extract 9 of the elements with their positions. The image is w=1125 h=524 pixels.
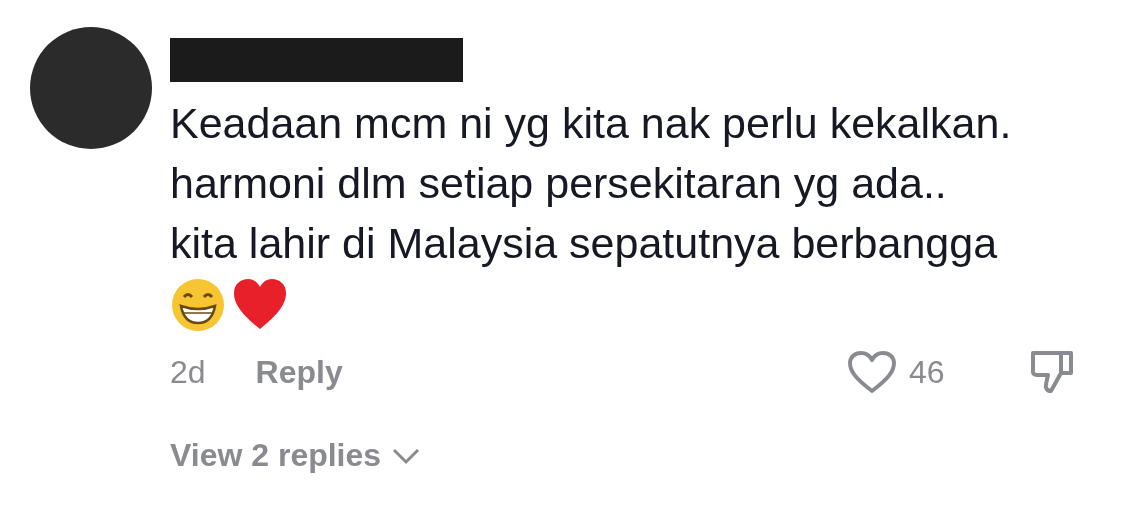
like-count: 46 xyxy=(909,353,946,391)
grinning-face-icon xyxy=(170,277,226,333)
comment-time: 2d xyxy=(170,353,206,391)
chevron-down-icon xyxy=(391,446,422,465)
like-button[interactable] xyxy=(847,350,897,394)
dislike-button[interactable] xyxy=(1029,349,1075,395)
reply-button[interactable]: Reply xyxy=(255,353,343,391)
comment-text: Keadaan mcm ni yg kita nak perlu kekalkan. harmoni dlm setiap persekitaran yg ada.. kita lahir di Malaysia sepatutnya berbangga xyxy=(170,98,1013,269)
view-replies-button[interactable]: View 2 replies xyxy=(170,437,422,474)
